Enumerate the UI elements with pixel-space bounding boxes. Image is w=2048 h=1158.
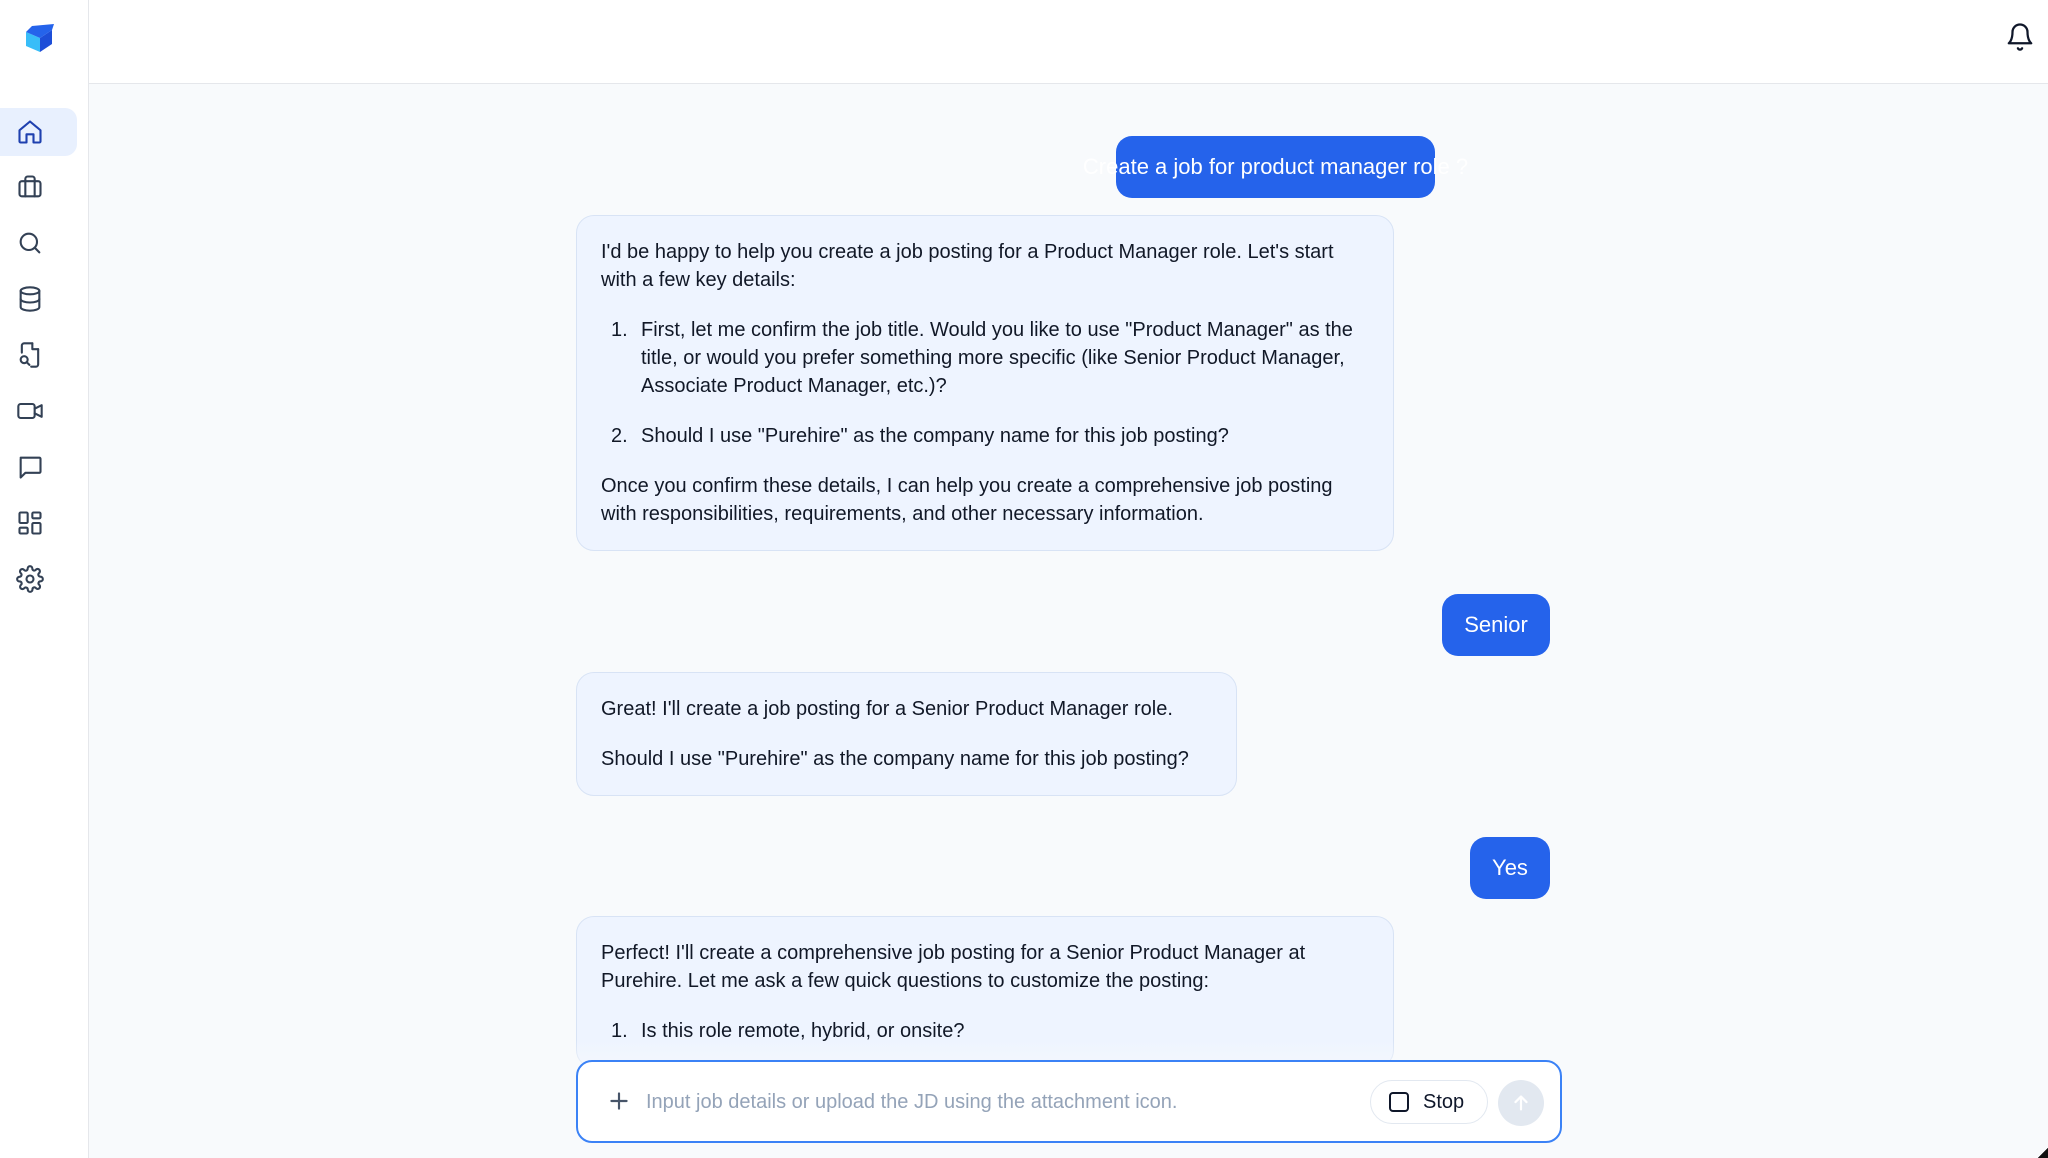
chat-transcript: Create a job for product manager role ? … bbox=[89, 85, 2048, 1158]
user-message: Create a job for product manager role ? bbox=[1083, 136, 1468, 198]
sidebar-item-database[interactable] bbox=[0, 275, 77, 323]
file-search-icon bbox=[19, 342, 40, 368]
sidebar-item-settings[interactable] bbox=[0, 555, 77, 603]
message-text: Perfect! I'll create a comprehensive job… bbox=[601, 942, 1306, 992]
sidebar-item-home[interactable] bbox=[0, 108, 77, 156]
plus-icon bbox=[610, 1092, 628, 1110]
bell-icon bbox=[2007, 23, 2033, 51]
search-icon bbox=[19, 232, 41, 254]
resize-handle bbox=[2038, 1148, 2048, 1158]
sidebar-item-video[interactable] bbox=[0, 387, 77, 435]
list-item-text: Should I use "Purehire" as the company n… bbox=[641, 425, 1229, 447]
sidebar-item-apps[interactable] bbox=[0, 499, 77, 547]
message-text: Once you confirm these details, I can he… bbox=[601, 475, 1333, 525]
stop-icon bbox=[1389, 1092, 1409, 1112]
sidebar-item-documents[interactable] bbox=[0, 331, 77, 379]
database-icon bbox=[19, 286, 41, 312]
sidebar-item-messages[interactable] bbox=[0, 443, 77, 491]
message-composer: Stop bbox=[576, 1060, 1562, 1143]
user-message: Yes bbox=[1470, 837, 1550, 899]
briefcase-icon bbox=[18, 175, 42, 198]
notifications-button[interactable] bbox=[2005, 22, 2035, 52]
stop-label: Stop bbox=[1423, 1090, 1465, 1113]
dashboard-icon bbox=[18, 511, 42, 535]
chat-icon bbox=[19, 456, 42, 479]
purehire-logo[interactable] bbox=[22, 22, 58, 54]
message-text: I'd be happy to help you create a job po… bbox=[601, 241, 1334, 291]
message-text: Should I use "Purehire" as the company n… bbox=[601, 748, 1189, 770]
assistant-message: Great! I'll create a job posting for a S… bbox=[576, 672, 1237, 796]
user-message: Senior bbox=[1442, 594, 1550, 656]
arrow-up-icon bbox=[1514, 1095, 1528, 1111]
stop-button[interactable]: Stop bbox=[1370, 1080, 1488, 1124]
gear-icon bbox=[16, 565, 44, 593]
sidebar-item-search[interactable] bbox=[0, 219, 77, 267]
message-input[interactable] bbox=[646, 1082, 1326, 1122]
list-item-text: First, let me confirm the job title. Wou… bbox=[641, 319, 1353, 397]
attach-button[interactable] bbox=[606, 1088, 632, 1114]
sidebar-item-jobs[interactable] bbox=[0, 163, 77, 211]
top-bar: T bbox=[89, 0, 2048, 84]
message-list: 1. First, let me confirm the job title. W… bbox=[601, 316, 1369, 450]
home-icon bbox=[18, 120, 42, 144]
send-button[interactable] bbox=[1498, 1080, 1544, 1126]
sidebar bbox=[0, 0, 89, 1158]
assistant-message: I'd be happy to help you create a job po… bbox=[576, 215, 1394, 551]
video-icon bbox=[17, 402, 43, 420]
message-text: Great! I'll create a job posting for a S… bbox=[601, 698, 1173, 720]
list-item: 2. Should I use "Purehire" as the company… bbox=[601, 422, 1369, 450]
list-item: 1. First, let me confirm the job title. W… bbox=[601, 316, 1369, 400]
